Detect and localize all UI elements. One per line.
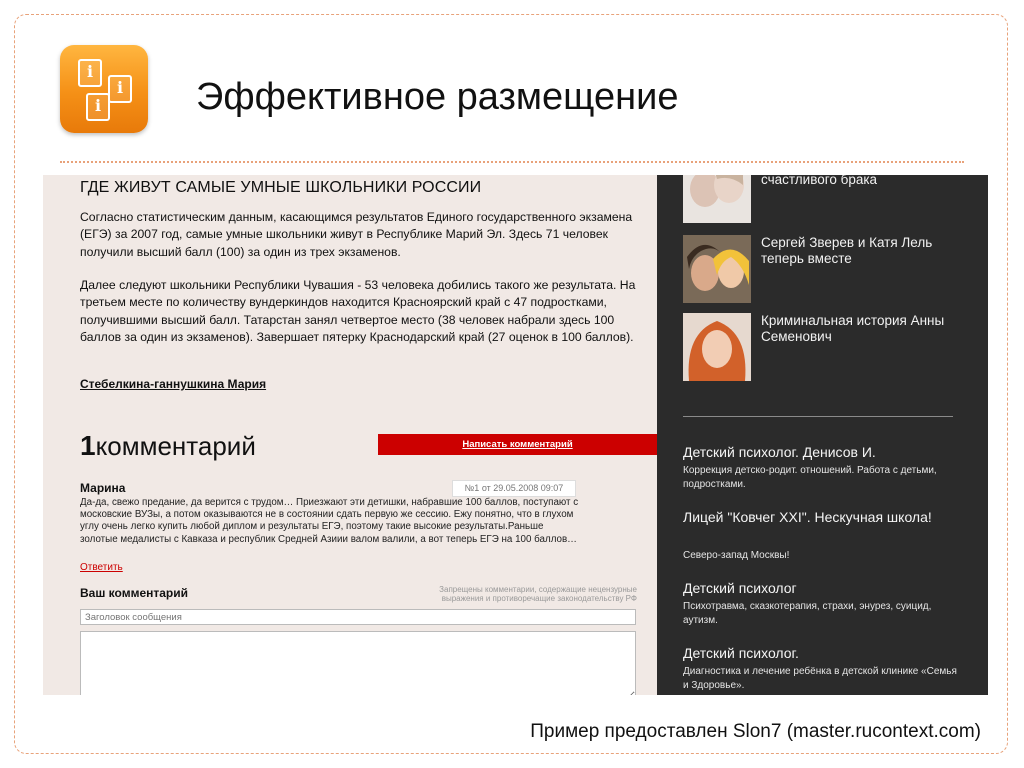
comments-label: комментарий [95,431,256,461]
sidebar-divider [683,416,953,417]
reply-link[interactable]: Ответить [80,562,123,573]
ad-description: Психотравма, сказкотерапия, страхи, энур… [683,601,932,626]
ad-title[interactable]: Детский психолог [683,579,963,598]
comment-form-heading: Ваш комментарий [80,586,189,600]
article-paragraph: Согласно статистическим данным, касающим… [80,210,633,259]
ad-title[interactable]: Детский психолог. [683,644,963,663]
author-link[interactable]: Стебелкина-ганнушкина Мария [80,377,266,391]
comment-meta: №1 от 29.05.2008 09:07 [452,480,576,497]
slide-title: Эффективное размещение [196,76,679,118]
news-caption[interactable]: Сергей Зверев и Катя Лель теперь вместе [761,235,961,267]
ad-description: Северо-запад Москвы! [683,550,790,561]
slide-credit: Пример предоставлен Slon7 (master.rucont… [530,721,981,742]
comment-rules-note: Запрещены комментарии, содержащие неценз… [439,585,637,603]
website-screenshot: ГДЕ ЖИВУТ САМЫЕ УМНЫЕ ШКОЛЬНИКИ РОССИИ С… [43,175,988,695]
info-badge-icon: i [86,93,110,121]
ad-description: Коррекция детско-родит. отношений. Работ… [683,465,937,490]
news-caption[interactable]: Криминальная история Анны Семенович [761,313,961,345]
news-thumbnail[interactable] [683,175,751,223]
article-title: ГДЕ ЖИВУТ САМЫЕ УМНЫЕ ШКОЛЬНИКИ РОССИИ [80,179,482,196]
news-thumbnail[interactable] [683,235,751,303]
ad-title[interactable]: Лицей "Ковчег XXI". Нескучная школа! [683,508,963,527]
comment-subject-input[interactable] [80,609,636,625]
comment-body-textarea[interactable] [80,631,636,695]
write-comment-button[interactable]: Написать комментарий [378,434,657,455]
info-badge-icon: i [78,59,102,87]
comments-heading: 1комментарий [80,430,256,462]
ad-title[interactable]: Детский психолог. Денисов И. [683,443,963,462]
news-caption[interactable]: счастливого брака [761,175,961,188]
article-column: ГДЕ ЖИВУТ САМЫЕ УМНЫЕ ШКОЛЬНИКИ РОССИИ С… [43,175,657,695]
ad-description: Диагностика и лечение ребёнка в детской … [683,666,957,691]
article-paragraph: Далее следуют школьники Республики Чуваш… [80,278,636,345]
info-badge-icon: i [108,75,132,103]
comments-count: 1 [80,430,96,461]
comment-author: Марина [80,481,126,495]
comment-text: Да-да, свежо предание, да верится с труд… [80,497,579,545]
title-divider [60,161,964,163]
sidebar: счастливого брака Сергей Зверев и Катя Л… [657,175,988,695]
news-thumbnail[interactable] [683,313,751,381]
info-icon: i i i [60,45,148,133]
